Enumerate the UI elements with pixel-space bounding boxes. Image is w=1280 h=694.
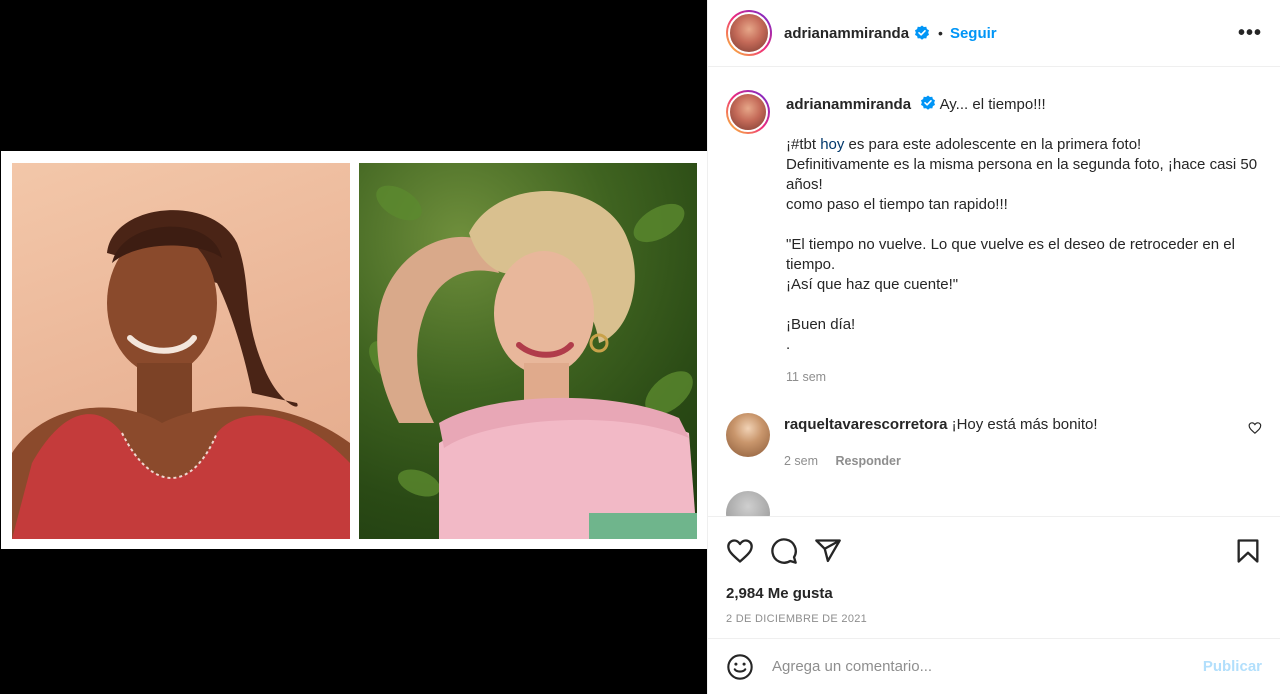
commenter-avatar[interactable] bbox=[726, 413, 770, 457]
post-date[interactable]: 2 DE DICIEMBRE DE 2021 bbox=[708, 602, 1280, 625]
post-side-panel: adrianammiranda • Seguir ••• adrianammir… bbox=[707, 0, 1280, 694]
caption-quote: "El tiempo no vuelve. Lo que vuelve es e… bbox=[786, 236, 1235, 273]
add-comment-bar: Publicar bbox=[708, 638, 1280, 694]
verified-badge-icon bbox=[915, 25, 930, 40]
comment-timestamp[interactable]: 2 sem bbox=[784, 454, 818, 468]
post-media bbox=[0, 0, 707, 694]
author-avatar[interactable] bbox=[726, 10, 772, 56]
comment-item: raqueltavarescorretora ¡Hoy está más bon… bbox=[726, 413, 1262, 471]
caption-quote: ¡Así que haz que cuente!" bbox=[786, 276, 959, 293]
comment-bubble-icon[interactable] bbox=[770, 537, 798, 565]
comments-list[interactable]: adrianammiranda Ay... el tiempo!!! ¡#tbt… bbox=[708, 68, 1280, 516]
likes-count[interactable]: 2,984 Me gusta bbox=[708, 567, 1280, 602]
caption-body: adrianammiranda Ay... el tiempo!!! ¡#tbt… bbox=[786, 90, 1262, 387]
caption-line: ¡#tbt bbox=[786, 136, 821, 153]
photo-collage bbox=[1, 151, 707, 549]
comment-input[interactable] bbox=[772, 658, 1203, 675]
caption-line: . bbox=[786, 336, 791, 353]
like-comment-icon[interactable] bbox=[1248, 421, 1262, 435]
follow-button[interactable]: Seguir bbox=[950, 25, 997, 42]
author-username[interactable]: adrianammiranda bbox=[784, 25, 909, 42]
more-options-icon[interactable]: ••• bbox=[1238, 22, 1262, 45]
caption-line: Ay... el tiempo!!! bbox=[939, 96, 1046, 113]
emoji-smiley-icon[interactable] bbox=[726, 653, 754, 681]
caption-line: es para este adolescente en la primera f… bbox=[844, 136, 1142, 153]
comment-item-partial bbox=[726, 491, 1262, 516]
commenter-username[interactable]: raqueltavarescorretora bbox=[784, 416, 947, 433]
caption-avatar[interactable] bbox=[726, 90, 770, 134]
comment-meta: 2 sem Responder bbox=[784, 451, 1248, 471]
caption-username[interactable]: adrianammiranda bbox=[786, 96, 911, 113]
like-heart-icon[interactable] bbox=[726, 537, 754, 565]
separator-dot: • bbox=[938, 25, 943, 41]
commenter-avatar[interactable] bbox=[726, 491, 770, 516]
share-paper-plane-icon[interactable] bbox=[814, 537, 842, 565]
action-icons bbox=[708, 517, 1280, 567]
save-bookmark-icon[interactable] bbox=[1234, 537, 1262, 565]
recent-photo bbox=[359, 163, 697, 539]
post-actions: 2,984 Me gusta 2 DE DICIEMBRE DE 2021 Pu… bbox=[708, 516, 1280, 694]
caption-link[interactable]: hoy bbox=[820, 136, 844, 153]
verified-badge-icon bbox=[921, 95, 936, 110]
caption-line: como paso el tiempo tan rapido!!! bbox=[786, 196, 1008, 213]
reply-button[interactable]: Responder bbox=[836, 454, 901, 468]
caption-line: ¡Buen día! bbox=[786, 316, 856, 333]
post-header: adrianammiranda • Seguir ••• bbox=[708, 0, 1280, 67]
publish-button[interactable]: Publicar bbox=[1203, 658, 1262, 675]
instagram-post-modal: adrianammiranda • Seguir ••• adrianammir… bbox=[0, 0, 1280, 694]
comment-text: ¡Hoy está más bonito! bbox=[951, 416, 1098, 433]
caption-timestamp[interactable]: 11 sem bbox=[786, 367, 1262, 387]
caption-line: Definitivamente es la misma persona en l… bbox=[786, 156, 1258, 193]
old-photo bbox=[12, 163, 350, 539]
caption: adrianammiranda Ay... el tiempo!!! ¡#tbt… bbox=[726, 90, 1262, 387]
comment-body: raqueltavarescorretora ¡Hoy está más bon… bbox=[784, 413, 1248, 471]
